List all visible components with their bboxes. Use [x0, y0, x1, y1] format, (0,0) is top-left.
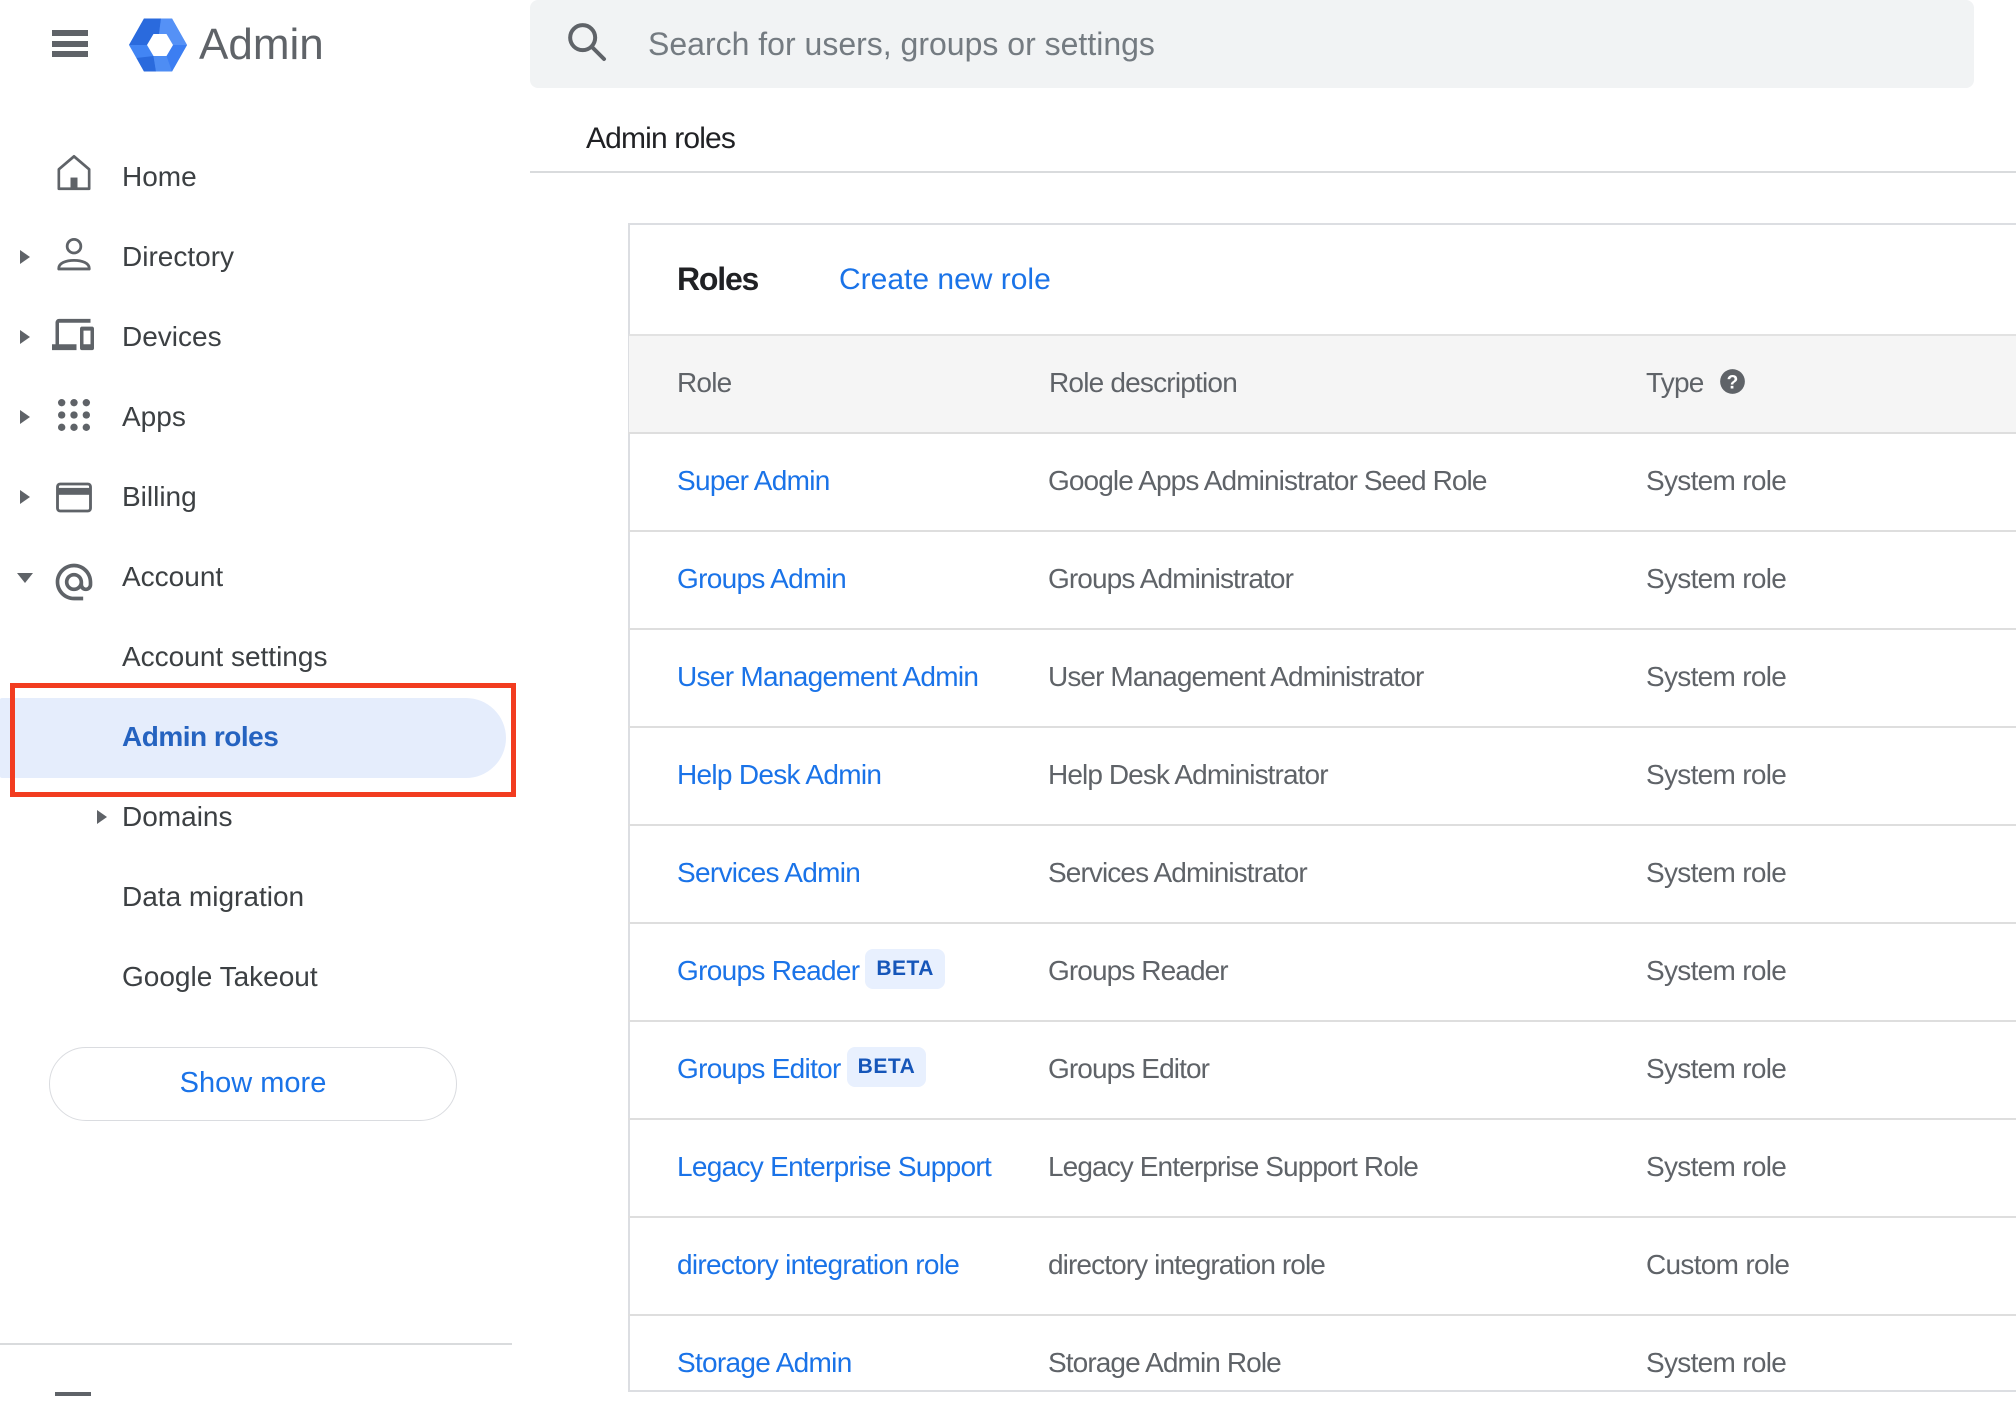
svg-text:?: ?	[1727, 372, 1739, 393]
